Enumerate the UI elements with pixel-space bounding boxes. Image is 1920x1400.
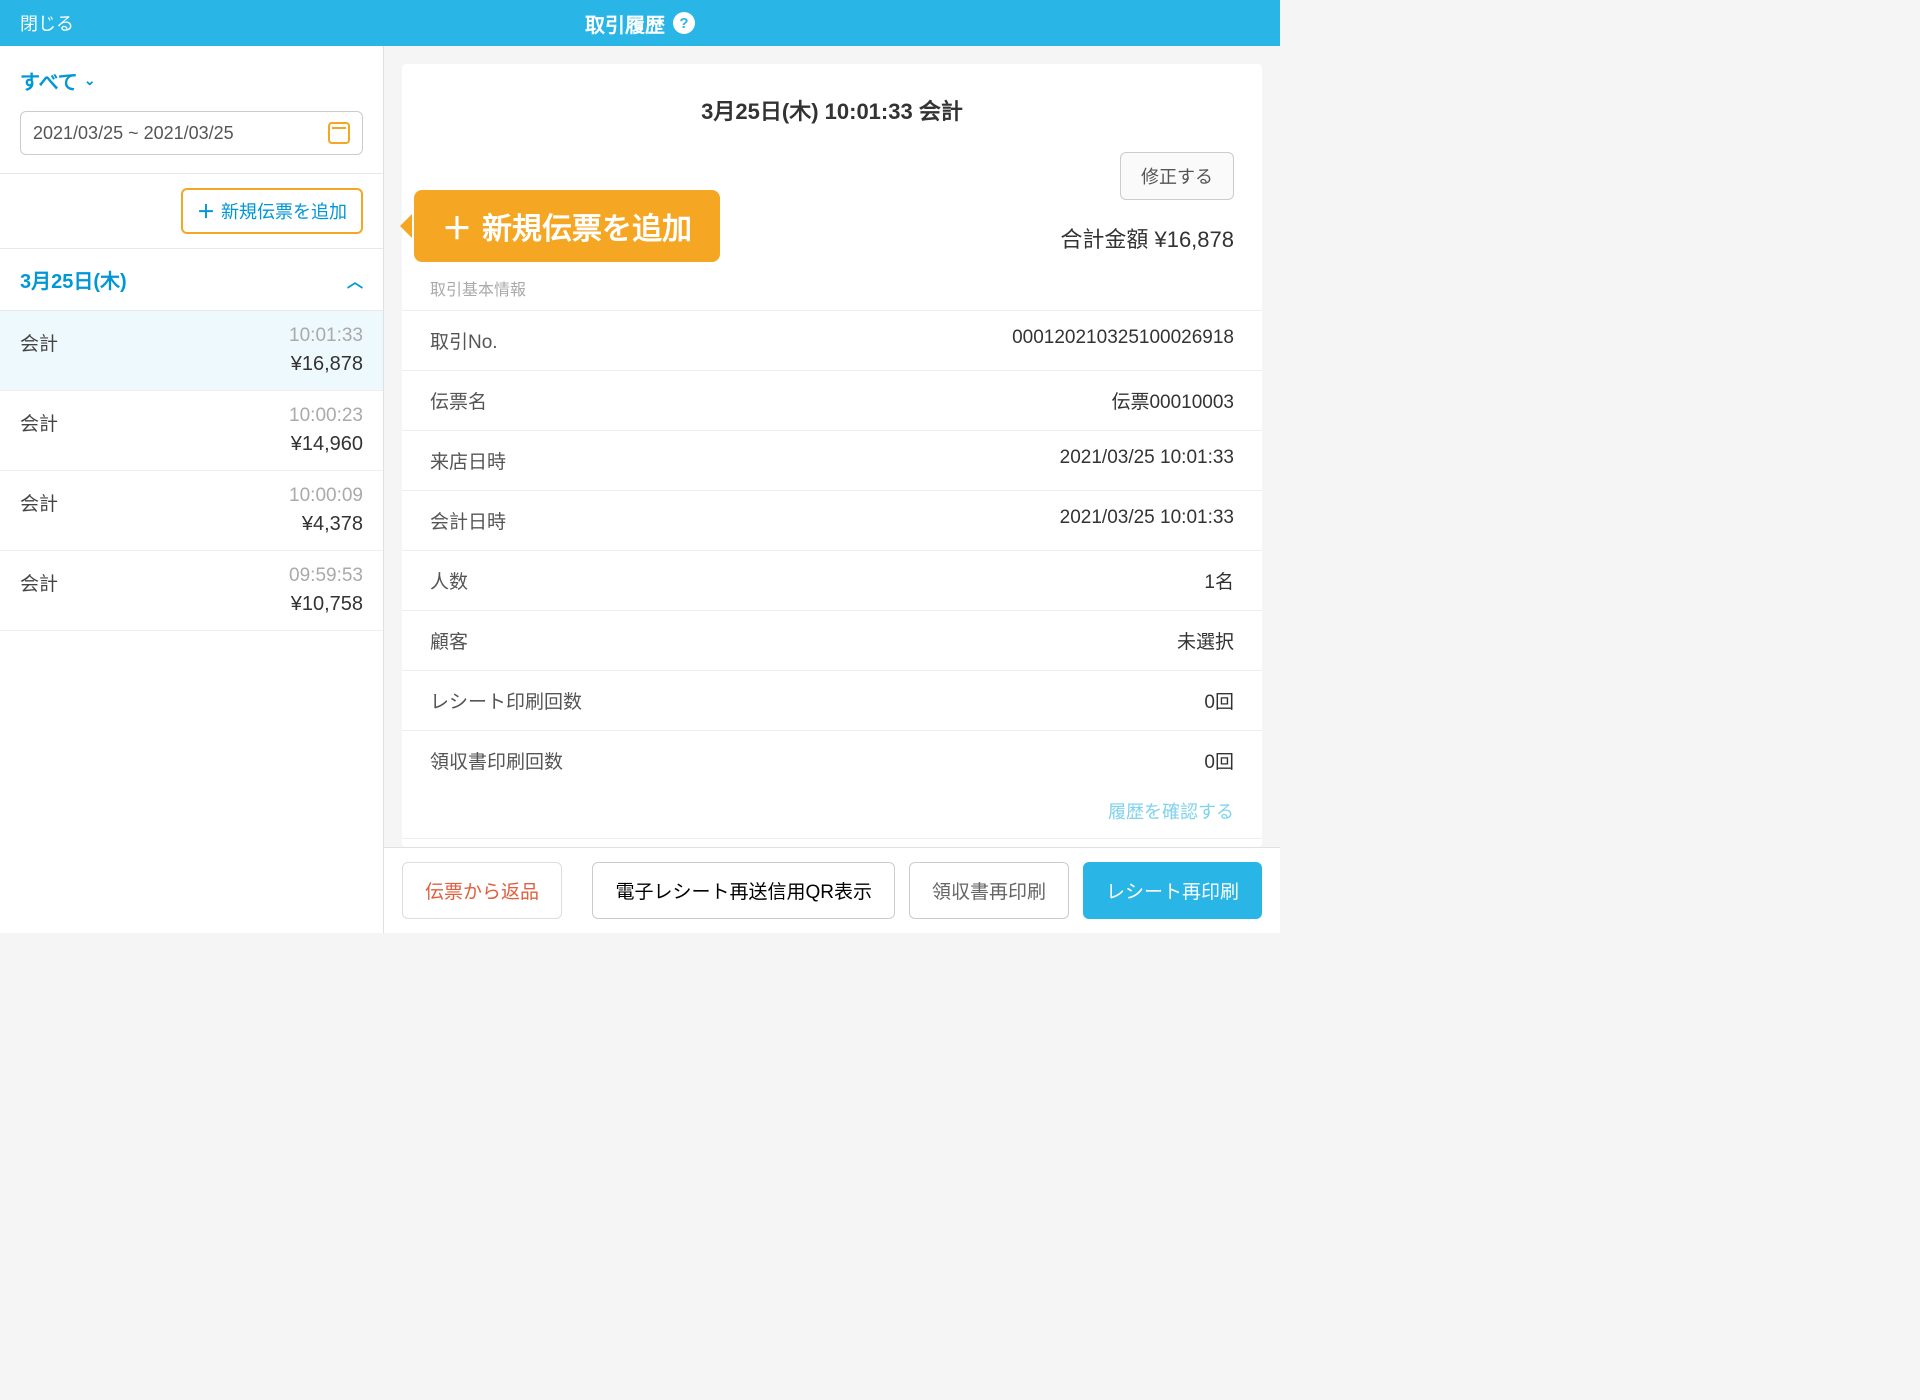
help-icon[interactable]: ? — [673, 12, 695, 34]
plus-icon: ＋ — [197, 198, 215, 224]
filter-dropdown[interactable]: すべて ⌄ — [0, 46, 383, 103]
section-label: 取引基本情報 — [402, 276, 1262, 310]
return-from-slip-button[interactable]: 伝票から返品 — [402, 862, 562, 919]
transaction-item[interactable]: 会計 09:59:53 ¥10,758 — [0, 551, 383, 631]
info-value: 2021/03/25 10:01:33 — [1060, 507, 1234, 534]
transaction-item[interactable]: 会計 10:00:23 ¥14,960 — [0, 391, 383, 471]
date-group-header[interactable]: 3月25日(木) ︿ — [0, 249, 383, 311]
info-label: 会計日時 — [430, 507, 506, 534]
info-label: 顧客 — [430, 627, 468, 654]
info-row: 取引No. 000120210325100026918 — [402, 310, 1262, 370]
transaction-amount: ¥16,878 — [289, 353, 363, 376]
transaction-type: 会計 — [20, 325, 58, 376]
date-range-text: 2021/03/25 ~ 2021/03/25 — [33, 123, 234, 144]
info-label: レシート印刷回数 — [430, 687, 582, 714]
transaction-time: 10:01:33 — [289, 325, 363, 347]
transaction-amount: ¥14,960 — [289, 433, 363, 456]
chevron-down-icon: ⌄ — [84, 72, 96, 89]
history-link[interactable]: 履歴を確認する — [1108, 802, 1234, 822]
info-value: 0回 — [1204, 687, 1234, 714]
transaction-amount: ¥10,758 — [289, 593, 363, 616]
plus-icon: ＋ — [442, 204, 472, 248]
total-label: 合計金額 — [1060, 227, 1148, 252]
receipt-reprint-button[interactable]: 領収書再印刷 — [909, 862, 1069, 919]
detail-title: 3月25日(木) 10:01:33 会計 — [402, 64, 1262, 152]
info-value: 000120210325100026918 — [1012, 327, 1234, 354]
qr-resend-button[interactable]: 電子レシート再送信用QR表示 — [592, 862, 895, 919]
info-row: 会計日時 2021/03/25 10:01:33 — [402, 490, 1262, 550]
filter-label: すべて — [20, 66, 78, 95]
info-value: 未選択 — [1177, 627, 1234, 654]
transaction-time: 10:00:23 — [289, 405, 363, 427]
transaction-amount: ¥4,378 — [289, 513, 363, 536]
info-row: 来店日時 2021/03/25 10:01:33 — [402, 430, 1262, 490]
sidebar: すべて ⌄ 2021/03/25 ~ 2021/03/25 ＋ 新規伝票を追加 … — [0, 46, 384, 933]
date-group-label: 3月25日(木) — [20, 265, 127, 294]
transaction-type: 会計 — [20, 565, 58, 616]
transaction-item[interactable]: 会計 10:00:09 ¥4,378 — [0, 471, 383, 551]
add-slip-label: 新規伝票を追加 — [221, 198, 347, 224]
info-row: 領収書印刷回数 0回 — [402, 730, 1262, 790]
callout-tooltip: ＋ 新規伝票を追加 — [414, 190, 720, 262]
page-title-text: 取引履歴 — [585, 9, 665, 38]
transaction-time: 09:59:53 — [289, 565, 363, 587]
info-row: メモ 未入力 — [402, 838, 1262, 847]
history-link-row: 履歴を確認する — [402, 790, 1262, 838]
info-row: 伝票名 伝票00010003 — [402, 370, 1262, 430]
info-label: 取引No. — [430, 327, 498, 354]
info-row: レシート印刷回数 0回 — [402, 670, 1262, 730]
close-button[interactable]: 閉じる — [20, 10, 74, 36]
info-value: 伝票00010003 — [1111, 387, 1234, 414]
transaction-type: 会計 — [20, 405, 58, 456]
calendar-icon — [328, 122, 350, 144]
bottom-bar: 伝票から返品 電子レシート再送信用QR表示 領収書再印刷 レシート再印刷 — [384, 847, 1280, 933]
chevron-up-icon: ︿ — [347, 268, 363, 292]
info-row: 人数 1名 — [402, 550, 1262, 610]
transaction-time: 10:00:09 — [289, 485, 363, 507]
reprint-button[interactable]: レシート再印刷 — [1083, 862, 1262, 919]
add-slip-row: ＋ 新規伝票を追加 — [0, 173, 383, 249]
info-value: 0回 — [1204, 747, 1234, 774]
callout-text: 新規伝票を追加 — [482, 204, 692, 248]
info-row: 顧客 未選択 — [402, 610, 1262, 670]
transaction-item[interactable]: 会計 10:01:33 ¥16,878 — [0, 311, 383, 391]
detail-card: 3月25日(木) 10:01:33 会計 修正する 合計金額 ¥16,878 取… — [402, 64, 1262, 847]
info-label: 来店日時 — [430, 447, 506, 474]
date-range-input[interactable]: 2021/03/25 ~ 2021/03/25 — [20, 111, 363, 155]
info-value: 2021/03/25 10:01:33 — [1060, 447, 1234, 474]
page-title: 取引履歴 ? — [585, 9, 695, 38]
main-panel: 3月25日(木) 10:01:33 会計 修正する 合計金額 ¥16,878 取… — [384, 46, 1280, 933]
info-label: 領収書印刷回数 — [430, 747, 563, 774]
total-value: ¥16,878 — [1154, 227, 1234, 252]
info-value: 1名 — [1204, 567, 1234, 594]
edit-button[interactable]: 修正する — [1120, 152, 1234, 200]
info-label: 人数 — [430, 567, 468, 594]
app-header: 閉じる 取引履歴 ? — [0, 0, 1280, 46]
add-slip-button[interactable]: ＋ 新規伝票を追加 — [181, 188, 363, 234]
transaction-type: 会計 — [20, 485, 58, 536]
info-label: 伝票名 — [430, 387, 487, 414]
